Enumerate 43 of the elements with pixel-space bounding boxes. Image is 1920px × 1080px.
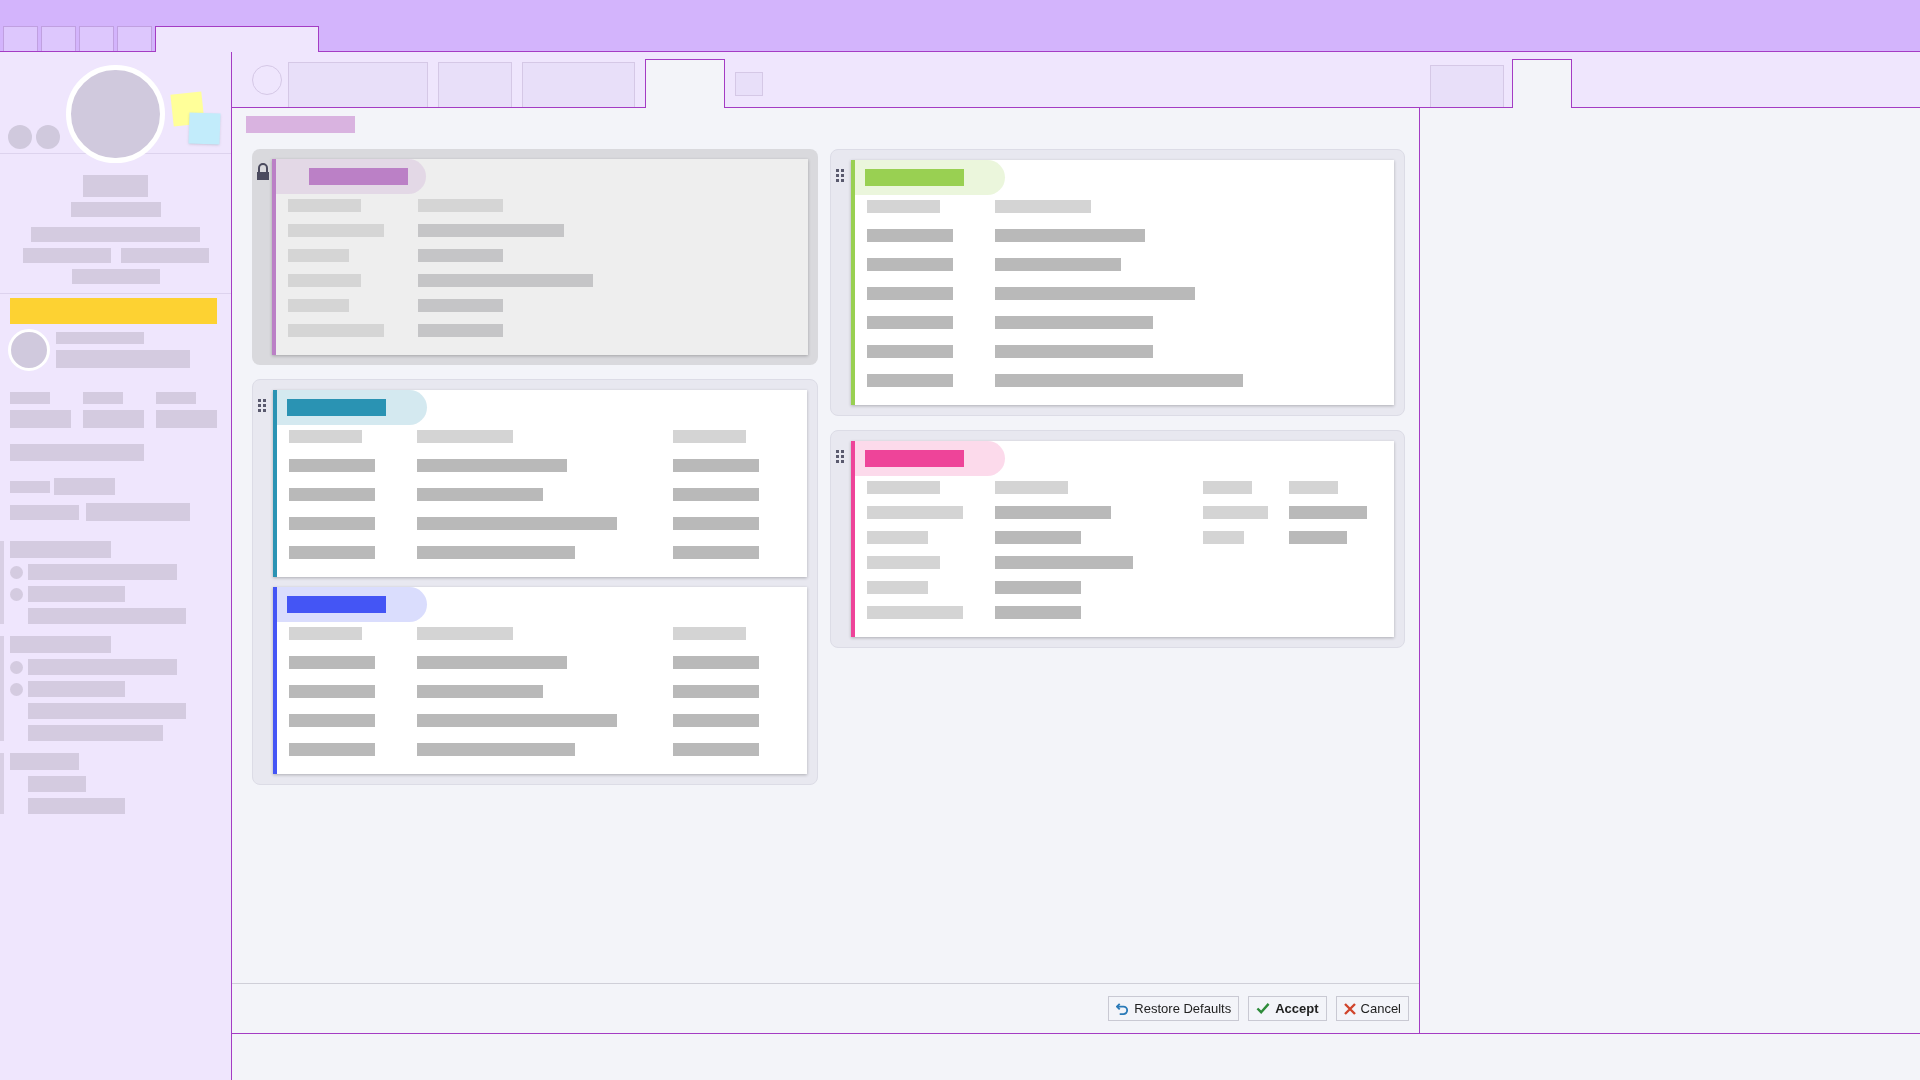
close-icon — [1343, 1002, 1356, 1015]
placeholder-bar — [1289, 531, 1347, 544]
tab[interactable] — [645, 59, 725, 108]
cancel-button[interactable]: Cancel — [1335, 996, 1409, 1021]
small-button[interactable] — [735, 72, 763, 96]
placeholder-bar — [1203, 481, 1252, 494]
drag-handle-icon[interactable] — [257, 398, 267, 414]
avatar — [8, 329, 50, 371]
lock-icon — [256, 163, 270, 181]
accept-button[interactable]: Accept — [1248, 996, 1327, 1021]
bullet-icon — [10, 682, 23, 696]
placeholder-bar — [867, 581, 928, 594]
bullet-icon — [10, 565, 23, 579]
restore-button[interactable]: Restore Defaults — [1108, 996, 1240, 1021]
bullet-icon — [10, 660, 23, 674]
avatar — [8, 125, 32, 149]
placeholder-bar — [83, 392, 123, 404]
avatar — [36, 125, 60, 149]
placeholder-bar — [10, 504, 79, 520]
placeholder-bar — [10, 753, 79, 770]
sticky-note — [188, 112, 221, 145]
drag-handle-icon[interactable] — [835, 168, 845, 184]
placeholder-bar — [1203, 531, 1244, 544]
tab[interactable] — [1512, 59, 1572, 108]
drag-handle-icon[interactable] — [835, 449, 845, 465]
placeholder-bar — [156, 392, 196, 404]
placeholder-bar — [28, 776, 86, 792]
undo-icon — [1116, 1002, 1130, 1015]
tab[interactable] — [155, 26, 319, 52]
placeholder-bar — [1289, 481, 1338, 494]
placeholder-bar — [10, 410, 71, 428]
placeholder-bar — [10, 392, 50, 404]
placeholder-bar — [54, 478, 115, 495]
placeholder-bar — [867, 531, 928, 544]
placeholder-bar — [83, 175, 148, 197]
placeholder-bar — [156, 410, 217, 428]
placeholder-bar — [10, 480, 50, 493]
placeholder-bar — [288, 249, 349, 262]
placeholder-bar — [1203, 506, 1268, 519]
bullet-icon — [10, 587, 23, 601]
check-icon — [1256, 1002, 1271, 1015]
placeholder-bar — [288, 299, 349, 312]
placeholder-bar — [83, 410, 144, 428]
